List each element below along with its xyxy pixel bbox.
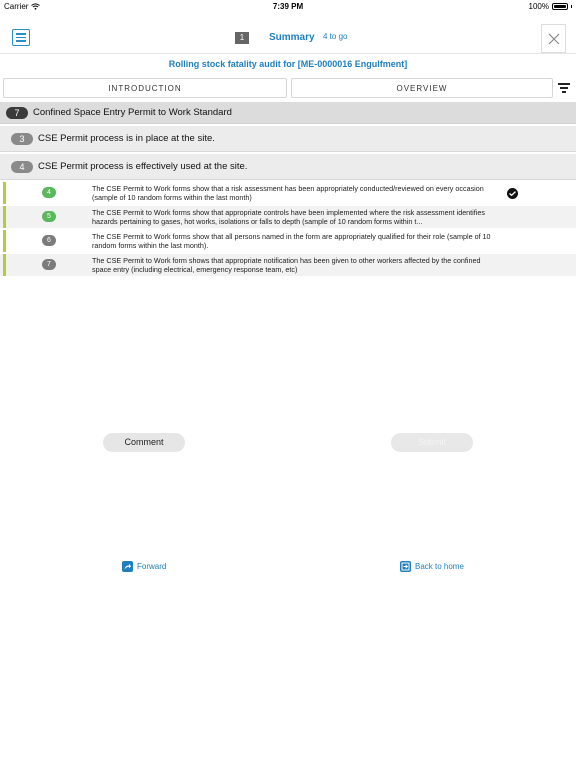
list-menu-button[interactable] [12,29,30,46]
audit-title: Rolling stock fatality audit for [ME-000… [168,59,408,69]
question-number-badge: 7 [42,259,56,270]
question-row[interactable]: 6 The CSE Permit to Work forms show that… [0,230,576,252]
forward-link[interactable]: Forward [122,561,166,572]
status-bar: Carrier 7:39 PM 100% [0,0,576,14]
back-to-home-label: Back to home [415,562,464,571]
back-to-home-link[interactable]: Back to home [400,561,464,572]
page-title: Summary [269,32,315,43]
question-row[interactable]: 7 The CSE Permit to Work form shows that… [0,254,576,276]
nav-header: 1 Summary 4 to go [0,20,576,54]
clock: 7:39 PM [272,2,304,11]
home-exit-icon [400,561,411,572]
comment-button[interactable]: Comment [103,433,185,452]
close-button[interactable] [541,24,566,53]
question-number-badge: 6 [42,235,56,246]
filter-icon[interactable] [558,83,570,93]
subsection-row[interactable]: 3 CSE Permit process is in place at the … [0,126,576,152]
status-indicator [3,230,6,252]
question-number-badge: 4 [42,187,56,198]
subsection-count-badge: 3 [11,132,33,145]
page-number-badge: 1 [235,32,249,44]
question-text: The CSE Permit to Work forms show that a… [92,232,491,250]
question-row[interactable]: 5 The CSE Permit to Work forms show that… [0,206,576,228]
tab-overview[interactable]: OVERVIEW [291,78,553,98]
subsection-row[interactable]: 4 CSE Permit process is effectively used… [0,154,576,180]
battery-icon [552,3,568,10]
tab-introduction[interactable]: INTRODUCTION [3,78,287,98]
close-icon [548,33,560,45]
submit-button[interactable]: Submit [391,433,473,452]
section-title: Confined Space Entry Permit to Work Stan… [33,107,232,118]
battery-percent: 100% [528,2,549,11]
forward-label: Forward [137,562,167,571]
question-text: The CSE Permit to Work forms show that a… [92,208,485,226]
status-indicator [3,206,6,228]
checkmark-icon [507,188,518,199]
forward-icon [122,561,133,572]
question-number-badge: 5 [42,211,56,222]
section-header[interactable]: 7 Confined Space Entry Permit to Work St… [0,102,576,124]
remaining-count: 4 to go [323,32,348,41]
section-count-badge: 7 [6,106,28,119]
subsection-count-badge: 4 [11,160,33,173]
status-indicator [3,182,6,204]
subsection-title: CSE Permit process is effectively used a… [38,161,248,172]
subsection-title: CSE Permit process is in place at the si… [38,133,215,144]
battery-info: 100% [529,2,572,11]
question-text: The CSE Permit to Work forms show that a… [92,184,484,202]
question-row[interactable]: 4 The CSE Permit to Work forms show that… [0,182,576,204]
status-indicator [3,254,6,276]
question-text: The CSE Permit to Work form shows that a… [92,256,481,274]
